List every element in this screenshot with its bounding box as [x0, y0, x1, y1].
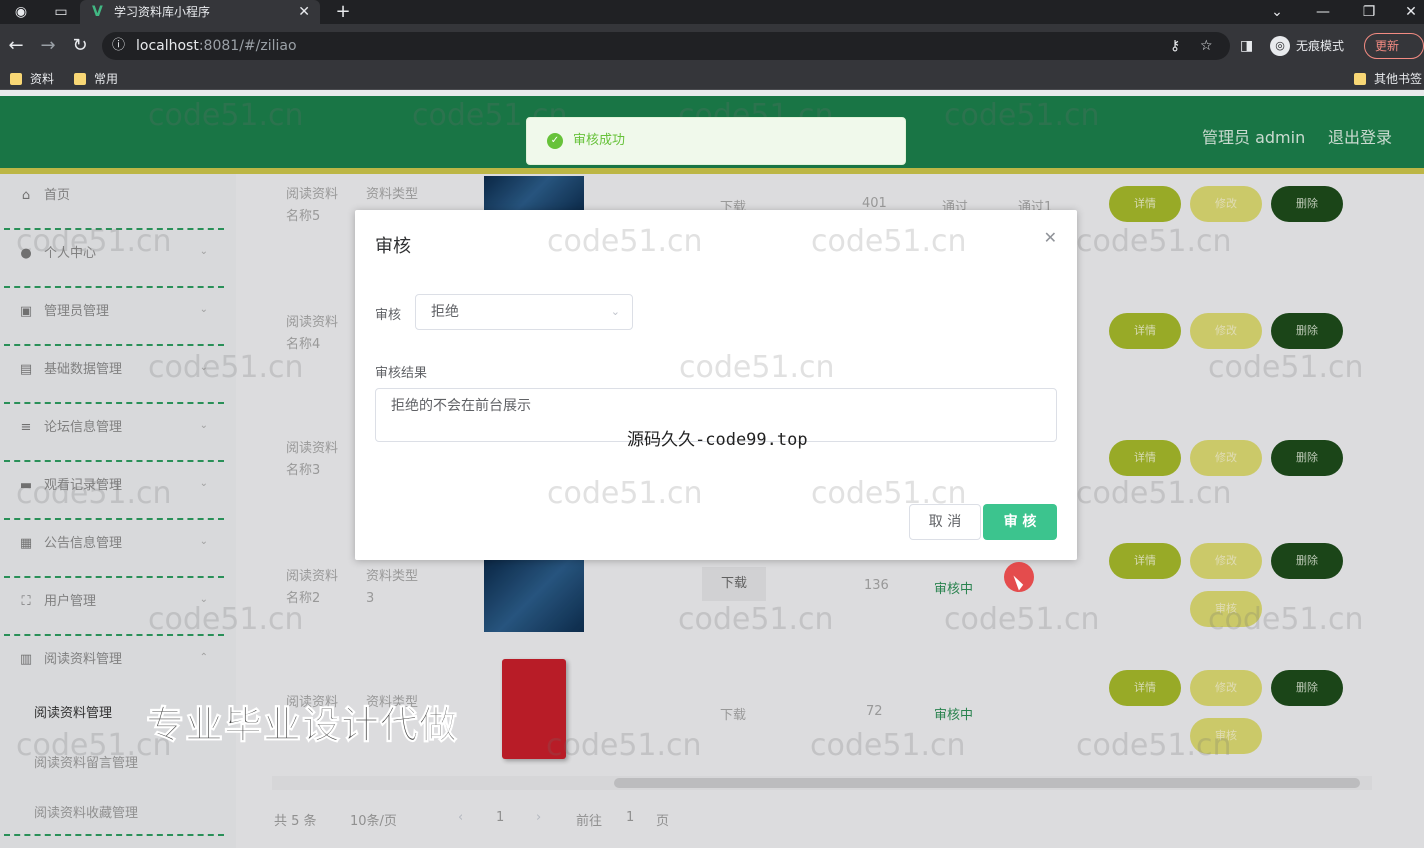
close-icon[interactable]: ✕ [1044, 228, 1057, 247]
result-field-label: 审核结果 [375, 366, 428, 381]
site-info-icon[interactable]: ⓘ [112, 32, 125, 60]
incognito-label: 无痕模式 [1296, 39, 1345, 53]
url-input[interactable]: ⓘ localhost:8081/#/ziliao [102, 32, 1230, 60]
bookmark-folder[interactable]: 常用 [72, 68, 118, 90]
back-icon[interactable]: ← [4, 34, 28, 58]
folder-icon [10, 73, 22, 85]
dialog-title: 审核 [375, 236, 411, 257]
folder-icon [1354, 73, 1366, 85]
review-select[interactable]: 拒绝 ⌄ [415, 294, 633, 330]
bookmark-folder[interactable]: 资料 [8, 68, 54, 90]
bookmark-label: 常用 [94, 72, 119, 86]
success-toast: ✓ 审核成功 [526, 117, 906, 165]
forward-icon[interactable]: → [36, 34, 60, 58]
watermark: code51.cn [547, 476, 703, 511]
check-circle-icon: ✓ [547, 133, 563, 149]
watermark: code51.cn [679, 350, 835, 385]
tab-overview-icon[interactable]: ▭ [48, 0, 74, 24]
tab-close-icon[interactable]: ✕ [298, 0, 310, 24]
review-select-value: 拒绝 [431, 304, 459, 320]
new-tab-icon[interactable]: + [330, 0, 356, 24]
incognito-indicator[interactable]: ◎ 无痕模式 [1270, 32, 1344, 60]
browser-tab[interactable]: V 学习资料库小程序 ✕ [80, 0, 320, 24]
cancel-button[interactable]: 取 消 [909, 504, 981, 540]
browser-tab-bar: ◉ ▭ V 学习资料库小程序 ✕ + ⌄ — ❐ ✕ [0, 0, 1424, 24]
bookmark-label: 其他书签 [1374, 72, 1423, 86]
promo-overlay: 专业毕业设计代做 [145, 703, 459, 748]
vue-logo-icon: V [92, 4, 103, 20]
folder-icon [74, 73, 86, 85]
browser-menu-icon[interactable]: ◉ [8, 0, 34, 24]
result-textarea-value: 拒绝的不会在前台展示 [391, 398, 531, 414]
update-label: 更新 [1375, 39, 1400, 53]
bookmark-star-icon[interactable]: ☆ [1200, 32, 1213, 60]
review-dialog: 审核 ✕ 审核 拒绝 ⌄ 审核结果 拒绝的不会在前台展示 源码久久-code99… [355, 210, 1077, 560]
confirm-review-button[interactable]: 审 核 [983, 504, 1057, 540]
review-field-label: 审核 [375, 308, 402, 323]
chevron-down-icon: ⌄ [610, 305, 620, 318]
update-button[interactable]: 更新 [1364, 33, 1424, 59]
sidepanel-icon[interactable]: ◨ [1240, 32, 1253, 60]
restore-icon[interactable]: ❐ [1356, 0, 1382, 24]
bookmark-label: 资料 [30, 72, 55, 86]
watermark: code51.cn [811, 224, 967, 259]
bookmarks-bar: 资料 常用 其他书签 [0, 68, 1424, 90]
minimize-icon[interactable]: — [1310, 0, 1336, 24]
url-host: localhost [136, 38, 199, 54]
url-path: :8081/#/ziliao [198, 38, 297, 54]
key-icon[interactable]: ⚷ [1170, 32, 1180, 60]
toast-message: 审核成功 [573, 133, 626, 148]
other-bookmarks[interactable]: 其他书签 [1352, 68, 1422, 90]
source-watermark: 源码久久-code99.top [627, 430, 808, 450]
tab-search-icon[interactable]: ⌄ [1264, 0, 1290, 24]
incognito-icon: ◎ [1270, 36, 1290, 56]
reload-icon[interactable]: ↻ [68, 34, 92, 58]
window-close-icon[interactable]: ✕ [1398, 0, 1424, 24]
watermark: code51.cn [547, 224, 703, 259]
tab-title: 学习资料库小程序 [114, 5, 211, 19]
